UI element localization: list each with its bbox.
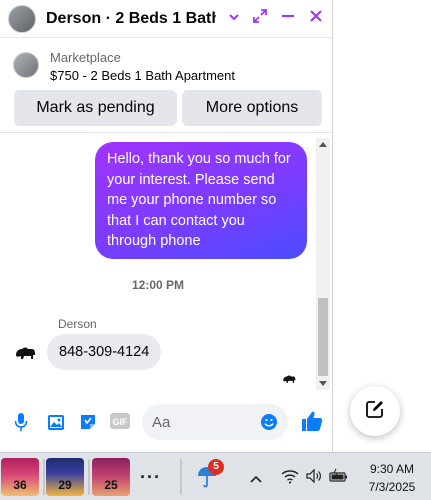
window-controls [228,8,324,29]
marketplace-banner: Marketplace $750 - 2 Beds 1 Bath Apartme… [0,38,333,133]
listing-title[interactable]: $750 - 2 Beds 1 Bath Apartment [50,68,235,83]
chat-window: Derson · 2 Beds 1 Bath... Marketplace $7… [0,0,333,452]
message-composer: GIF Aa [0,392,333,452]
wifi-icon[interactable] [281,468,299,489]
seen-receipt-icon [283,375,296,383]
volume-icon[interactable] [305,468,323,489]
notification-badge: 5 [208,459,224,475]
sender-name: Derson [58,317,97,331]
expand-icon[interactable] [252,8,268,29]
photo-icon[interactable] [46,412,66,437]
message-timestamp: 12:00 PM [131,278,185,292]
close-icon[interactable] [308,8,324,29]
gif-icon[interactable]: GIF [109,412,131,435]
compose-icon [365,399,385,424]
scroll-down-arrow-icon[interactable] [319,381,327,386]
microphone-icon[interactable] [14,412,28,437]
chevron-down-icon[interactable] [228,10,240,28]
taskbar-app-2[interactable]: 29 [46,458,84,496]
chevron-up-icon[interactable] [250,471,262,489]
app-temperature: 36 [13,478,27,492]
emoji-icon[interactable] [260,413,278,436]
new-message-button[interactable] [350,386,400,436]
clock-date[interactable]: 7/3/2025 [362,480,422,494]
mark-as-pending-button[interactable]: Mark as pending [14,90,177,126]
listing-thumbnail[interactable] [13,52,39,78]
taskbar-separator [88,459,90,495]
marketplace-label: Marketplace [50,50,121,65]
message-placeholder: Aa [152,414,171,431]
thumbs-up-icon[interactable] [300,409,324,438]
scroll-up-arrow-icon[interactable] [319,142,327,147]
app-temperature: 29 [58,478,72,492]
clock-time[interactable]: 9:30 AM [362,462,422,476]
screen: Derson · 2 Beds 1 Bath... Marketplace $7… [0,0,431,500]
chat-header: Derson · 2 Beds 1 Bath... [0,0,333,38]
more-apps-button[interactable]: ··· [140,467,161,488]
taskbar: 36 29 25 ··· 5 9:30 AM 7/3/2025 [0,452,431,500]
message-input[interactable]: Aa [142,404,288,440]
lion-avatar-icon[interactable] [14,346,36,360]
chat-title[interactable]: Derson · 2 Beds 1 Bath... [46,10,216,28]
taskbar-separator [180,459,182,495]
sticker-icon[interactable] [78,412,98,437]
gif-label: GIF [113,417,129,427]
minimize-icon[interactable] [280,8,296,29]
battery-icon[interactable] [329,468,349,489]
app-temperature: 25 [104,478,118,492]
message-list[interactable]: Hello, thank you so much for your intere… [0,134,316,392]
scrollbar-thumb[interactable] [318,298,328,376]
outgoing-message[interactable]: Hello, thank you so much for your intere… [95,142,307,259]
incoming-message[interactable]: 848-309-4124 [47,334,162,370]
contact-avatar[interactable] [8,4,36,33]
taskbar-app-1[interactable]: 36 [1,458,39,496]
taskbar-app-3[interactable]: 25 [92,458,130,496]
more-options-button[interactable]: More options [182,90,322,126]
taskbar-separator [43,459,45,495]
message-scrollbar[interactable] [316,138,330,390]
